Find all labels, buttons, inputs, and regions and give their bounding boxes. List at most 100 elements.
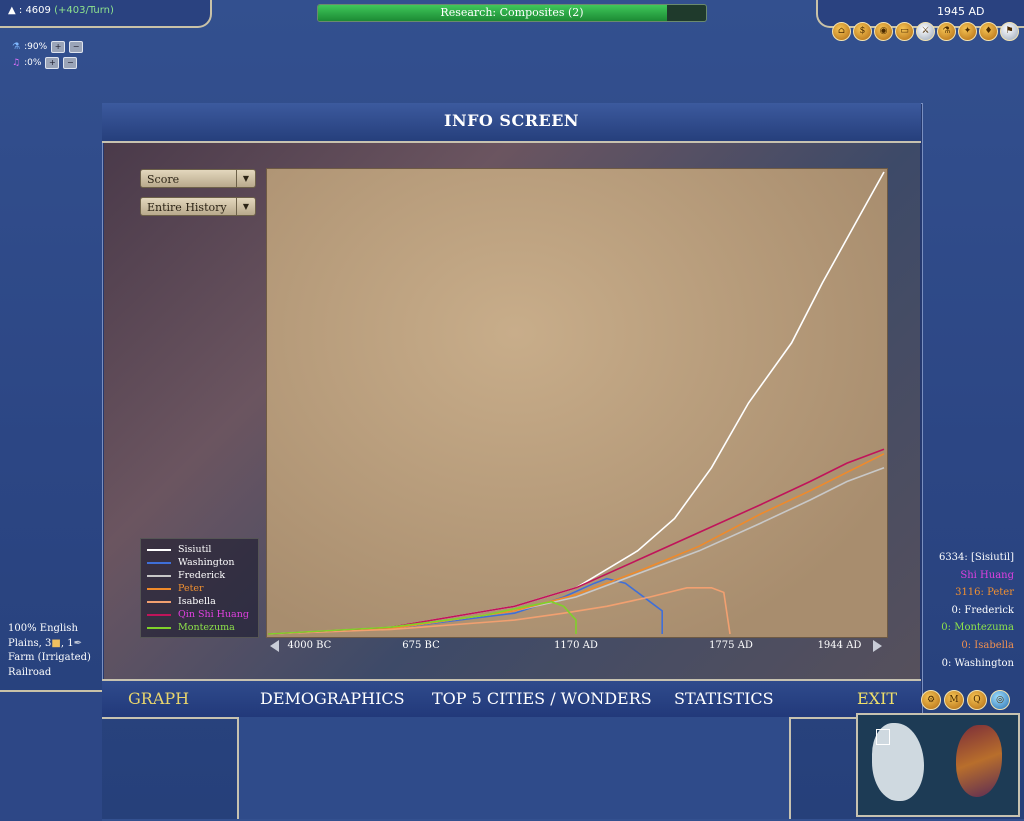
map-toggle-icon[interactable]: ⚙ <box>921 690 941 710</box>
chevron-down-icon: ▼ <box>236 170 255 187</box>
foreign-advisor-icon[interactable]: ▭ <box>895 22 914 41</box>
series-line-frederick <box>267 466 885 635</box>
finance-advisor-icon[interactable]: $ <box>853 22 872 41</box>
score-chart <box>267 171 885 635</box>
game-date: 1945 AD <box>937 5 985 18</box>
series-line-isabella <box>267 587 731 635</box>
x-tick-label: 675 BC <box>402 640 440 651</box>
legend-entry: Sisiutil <box>147 544 211 555</box>
legend-entry: Washington <box>147 557 235 568</box>
legend-swatch <box>147 574 171 577</box>
window-title: INFO SCREEN <box>102 103 921 143</box>
tab-graph[interactable]: GRAPH <box>128 689 189 708</box>
legend-swatch <box>147 561 171 564</box>
research-label: Research: Composites (2) <box>440 6 584 19</box>
gold-delta: (+403/Turn) <box>54 5 114 16</box>
legend-swatch <box>147 626 171 629</box>
legend-label: Qin Shi Huang <box>178 609 249 620</box>
scroll-right-arrow-icon[interactable] <box>873 640 882 652</box>
tab-demographics[interactable]: DEMOGRAPHICS <box>260 689 405 708</box>
legend-swatch <box>147 548 171 551</box>
score-entry[interactable]: 0: Frederick <box>920 602 1024 620</box>
x-tick-label: 1944 AD <box>817 640 862 651</box>
legend-entry: Frederick <box>147 570 225 581</box>
range-dropdown-value: Entire History <box>147 201 227 214</box>
corporation-advisor-icon[interactable]: ♦ <box>979 22 998 41</box>
food-icon: ■ <box>51 637 61 649</box>
legend-entry: Peter <box>147 583 204 594</box>
culture-decrease-button[interactable]: − <box>63 57 78 69</box>
metric-dropdown[interactable]: Score ▼ <box>140 169 256 188</box>
tab-top5-cities-wonders[interactable]: TOP 5 CITIES / WONDERS <box>432 689 652 708</box>
minimap-continent-east <box>956 725 1002 797</box>
legend-label: Peter <box>178 583 204 594</box>
x-axis: 4000 BC 675 BC 1170 AD 1775 AD 1944 AD <box>266 640 886 656</box>
chart-legend: Sisiutil Washington Frederick Peter Isabella… <box>140 538 259 638</box>
tile-improvement: Farm (Irrigated) <box>8 652 91 663</box>
info-tabs-bar: GRAPH DEMOGRAPHICS TOP 5 CITIES / WONDER… <box>102 679 921 719</box>
gold-readout: ▲ : 4609 (+403/Turn) <box>8 5 114 16</box>
legend-entry: Qin Shi Huang <box>147 609 249 620</box>
science-rate: :90% <box>24 42 48 52</box>
legend-entry: Montezuma <box>147 622 235 633</box>
legend-label: Washington <box>178 557 235 568</box>
range-dropdown[interactable]: Entire History ▼ <box>140 197 256 216</box>
advisor-buttons: ⌂ $ ◉ ▭ ⚔ ⚗ ✦ ♦ ⚑ <box>832 22 1019 41</box>
legend-swatch <box>147 600 171 603</box>
exit-button[interactable]: EXIT <box>857 689 897 708</box>
score-entry[interactable]: 0: Washington <box>920 655 1024 673</box>
x-tick-label: 1775 AD <box>709 640 753 651</box>
bottom-left-panel <box>0 690 102 821</box>
minimap-mode-icon[interactable]: M <box>944 690 964 710</box>
culture-icon: ♫ <box>12 58 21 68</box>
bottom-center-panel <box>237 717 791 819</box>
science-decrease-button[interactable]: − <box>69 41 84 53</box>
scroll-left-arrow-icon[interactable] <box>270 640 279 652</box>
score-entry[interactable]: 6334: [Sisiutil] <box>920 549 1024 567</box>
score-entry[interactable]: 0: Isabella <box>920 637 1024 655</box>
tile-info: 100% English Plains, 3■, 1✒ Farm (Irriga… <box>8 622 91 680</box>
tile-terrain: Plains, 3■, 1✒ <box>8 637 82 649</box>
minimap-viewport[interactable] <box>876 729 890 745</box>
military-advisor-icon[interactable]: ⚔ <box>916 22 935 41</box>
series-line-qin-shi-huang <box>267 448 885 635</box>
legend-swatch <box>147 613 171 616</box>
legend-entry: Isabella <box>147 596 216 607</box>
tab-statistics[interactable]: STATISTICS <box>674 689 774 708</box>
legend-swatch <box>147 587 171 590</box>
production-icon: ✒ <box>73 637 82 649</box>
civics-advisor-icon[interactable]: ◉ <box>874 22 893 41</box>
minimap[interactable] <box>856 713 1020 817</box>
score-entry[interactable]: Shi Huang <box>920 567 1024 585</box>
x-tick-label: 1170 AD <box>554 640 598 651</box>
science-increase-button[interactable]: + <box>51 41 66 53</box>
culture-rate: :0% <box>24 58 42 68</box>
science-rate-row: ⚗ :90% + − <box>12 41 84 53</box>
tile-route: Railroad <box>8 666 52 678</box>
legend-label: Isabella <box>178 596 216 607</box>
x-tick-label: 4000 BC <box>287 640 332 651</box>
score-list: 6334: [Sisiutil] Shi Huang 3116: Peter 0: F… <box>920 549 1024 672</box>
religion-advisor-icon[interactable]: ✦ <box>958 22 977 41</box>
score-entry[interactable]: 3116: Peter <box>920 584 1024 602</box>
research-progress-bar[interactable]: Research: Composites (2) <box>317 4 707 22</box>
quest-icon[interactable]: Q <box>967 690 987 710</box>
culture-rate-row: ♫ :0% + − <box>12 57 78 69</box>
victory-advisor-icon[interactable]: ⚑ <box>1000 22 1019 41</box>
minimap-buttons: ⚙ M Q ◎ <box>921 690 1010 710</box>
chevron-down-icon: ▼ <box>236 198 255 215</box>
series-line-sisiutil <box>267 171 885 635</box>
gold-icon: ▲ <box>8 5 16 16</box>
science-icon: ⚗ <box>12 42 21 52</box>
tile-culture: 100% English <box>8 623 78 634</box>
score-entry[interactable]: 0: Montezuma <box>920 619 1024 637</box>
legend-label: Sisiutil <box>178 544 212 555</box>
globe-view-icon[interactable]: ◎ <box>990 690 1010 710</box>
technology-advisor-icon[interactable]: ⚗ <box>937 22 956 41</box>
legend-label: Montezuma <box>178 622 235 633</box>
culture-increase-button[interactable]: + <box>45 57 60 69</box>
domestic-advisor-icon[interactable]: ⌂ <box>832 22 851 41</box>
gold-amount: 4609 <box>25 5 51 16</box>
metric-dropdown-value: Score <box>147 173 180 186</box>
legend-label: Frederick <box>178 570 226 581</box>
